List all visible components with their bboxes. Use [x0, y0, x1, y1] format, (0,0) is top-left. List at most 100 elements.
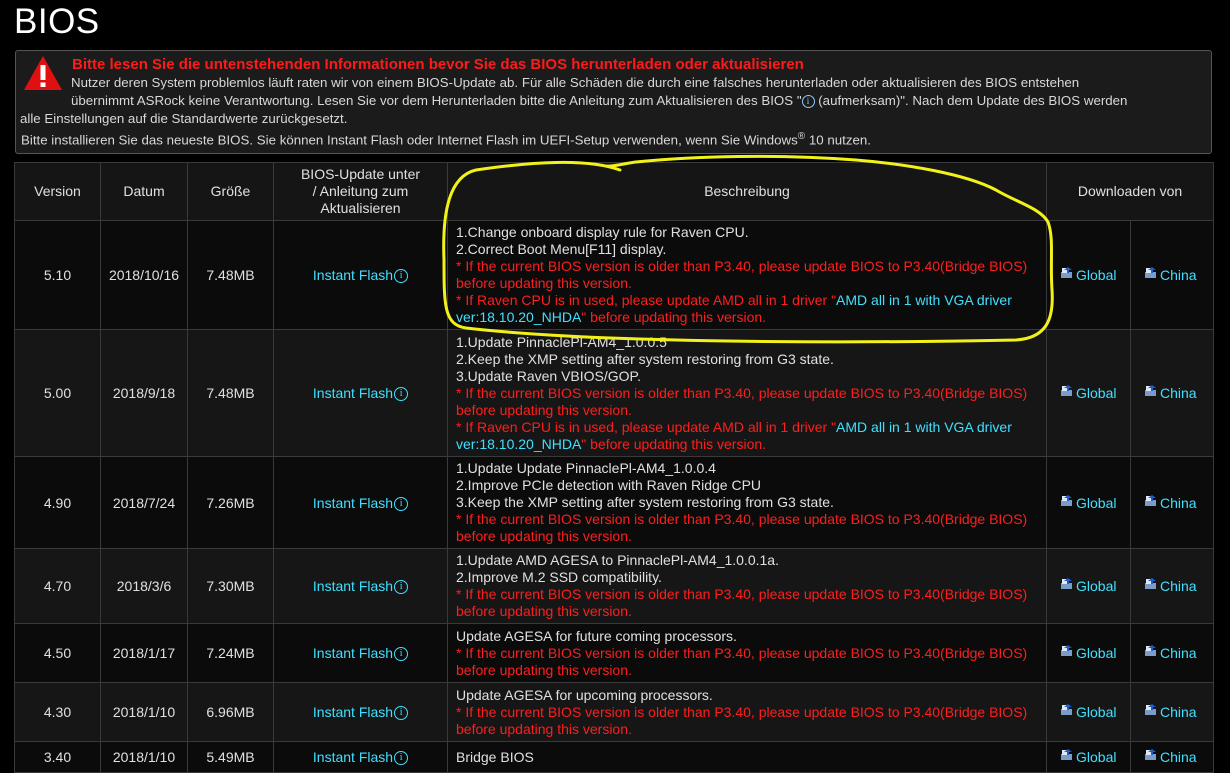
download-icon — [1145, 704, 1156, 716]
instant-flash-cell: Instant Flash i — [273, 623, 448, 683]
warning-line: before updating this version. — [456, 528, 632, 544]
warning-line: * If the current BIOS version is older t… — [456, 644, 1028, 661]
table-row: 5.00 2018/9/18 7.48MB Instant Flash i 1.Updat… — [14, 329, 1215, 457]
instant-flash-link[interactable]: Instant Flash — [313, 495, 393, 511]
download-china-link[interactable]: China — [1160, 267, 1197, 283]
instant-flash-link[interactable]: Instant Flash — [313, 385, 393, 401]
download-icon — [1145, 267, 1156, 279]
download-icon — [1145, 645, 1156, 657]
driver-link[interactable]: AMD all in 1 with VGA driver — [836, 292, 1012, 308]
info-icon[interactable]: i — [394, 751, 409, 765]
version-cell: 5.00 — [14, 329, 101, 457]
instant-flash-link[interactable]: Instant Flash — [313, 749, 393, 765]
instant-flash-link[interactable]: Instant Flash — [313, 578, 393, 594]
description-line: 1.Update PinnaclePl-AM4_1.0.0.5 — [456, 333, 667, 350]
warning-line: ver:18.10.20_NHDA" before updating this … — [456, 309, 767, 325]
info-icon[interactable]: i — [394, 496, 409, 511]
info-icon[interactable]: i — [801, 95, 815, 108]
download-global-link[interactable]: Global — [1076, 495, 1116, 511]
download-global-cell: Global — [1046, 220, 1131, 330]
warning-line: * If Raven CPU is in used, please update… — [456, 292, 1012, 308]
description-line: 2.Improve M.2 SSD compatibility. — [456, 569, 662, 585]
warning-line: * If Raven CPU is in used, please update… — [456, 418, 1012, 435]
notice-windows-line: Bitte installieren Sie das neueste BIOS.… — [21, 131, 871, 148]
description-line: 1.Update AMD AGESA to PinnaclePl-AM4_1.0… — [456, 552, 779, 568]
notice-body: Nutzer deren System problemlos läuft rat… — [16, 74, 1206, 128]
instant-flash-link[interactable]: Instant Flash — [313, 267, 393, 283]
download-icon — [1061, 704, 1072, 716]
warning-line: * If the current BIOS version is older t… — [456, 586, 1028, 602]
download-global-cell: Global — [1046, 456, 1131, 549]
instant-flash-cell: Instant Flash i — [273, 329, 448, 457]
info-icon[interactable]: i — [394, 269, 409, 283]
driver-link[interactable]: ver:18.10.20_NHDA — [456, 309, 581, 325]
download-china-cell: China — [1129, 741, 1215, 773]
driver-link[interactable]: AMD all in 1 with VGA driver — [836, 419, 1012, 435]
info-icon[interactable]: i — [394, 580, 409, 594]
warning-line: before updating this version. — [456, 720, 632, 737]
description-line: 3.Update Raven VBIOS/GOP. — [456, 367, 641, 384]
version-cell: 4.70 — [14, 548, 101, 624]
date-cell: 2018/3/6 — [100, 548, 188, 624]
download-china-link[interactable]: China — [1160, 495, 1197, 511]
description-line: Bridge BIOS — [456, 748, 534, 765]
download-icon — [1061, 494, 1072, 506]
download-icon — [1145, 578, 1156, 590]
warning-line: before updating this version. — [456, 603, 632, 619]
description-cell: Update AGESA for upcoming processors. * I… — [447, 682, 1047, 742]
version-cell: 4.30 — [14, 682, 101, 742]
warning-line: * If the current BIOS version is older t… — [456, 258, 1028, 274]
download-china-link[interactable]: China — [1160, 704, 1197, 720]
download-china-cell: China — [1129, 682, 1215, 742]
driver-link[interactable]: ver:18.10.20_NHDA — [456, 436, 581, 452]
size-cell: 5.49MB — [187, 741, 274, 773]
instant-flash-cell: Instant Flash i — [273, 220, 448, 330]
description-line: Update AGESA for future coming processor… — [456, 627, 737, 644]
size-cell: 7.26MB — [187, 456, 274, 549]
date-cell: 2018/9/18 — [100, 329, 188, 457]
header-download: Downloaden von — [1045, 162, 1215, 221]
download-china-cell: China — [1129, 456, 1215, 549]
download-global-cell: Global — [1046, 623, 1131, 683]
notice-text: alle Einstellungen auf die Standardwerte… — [20, 111, 348, 126]
download-global-link[interactable]: Global — [1076, 267, 1116, 283]
download-global-link[interactable]: Global — [1076, 749, 1116, 765]
warning-line: before updating this version. — [456, 661, 632, 678]
warning-line: ver:18.10.20_NHDA" before updating this … — [456, 435, 767, 452]
download-icon — [1145, 749, 1156, 761]
download-china-link[interactable]: China — [1160, 749, 1197, 765]
info-icon[interactable]: i — [394, 387, 409, 401]
description-line: 1.Change onboard display rule for Raven … — [456, 224, 749, 240]
download-china-cell: China — [1129, 220, 1215, 330]
download-global-link[interactable]: Global — [1076, 645, 1116, 661]
version-cell: 3.40 — [14, 741, 101, 773]
download-china-link[interactable]: China — [1160, 385, 1197, 401]
bios-table: Version Datum Größe BIOS-Update unter / A… — [14, 162, 1215, 773]
header-version: Version — [14, 162, 101, 221]
download-global-link[interactable]: Global — [1076, 385, 1116, 401]
instant-flash-link[interactable]: Instant Flash — [313, 704, 393, 720]
instant-flash-cell: Instant Flash i — [273, 548, 448, 624]
info-icon[interactable]: i — [394, 706, 409, 720]
instant-flash-cell: Instant Flash i — [273, 682, 448, 742]
table-row: 4.90 2018/7/24 7.26MB Instant Flash i 1.Updat… — [14, 456, 1215, 549]
version-cell: 5.10 — [14, 220, 101, 330]
warning-notice: Bitte lesen Sie die untenstehenden Infor… — [15, 50, 1212, 154]
download-global-link[interactable]: Global — [1076, 578, 1116, 594]
download-icon — [1061, 645, 1072, 657]
date-cell: 2018/10/16 — [100, 220, 188, 330]
description-line: 2.Keep the XMP setting after system rest… — [456, 350, 834, 367]
download-global-cell: Global — [1046, 329, 1131, 457]
info-icon[interactable]: i — [394, 647, 409, 661]
instant-flash-link[interactable]: Instant Flash — [313, 645, 393, 661]
download-china-link[interactable]: China — [1160, 578, 1197, 594]
download-global-link[interactable]: Global — [1076, 704, 1116, 720]
download-icon — [1061, 578, 1072, 590]
date-cell: 2018/1/10 — [100, 741, 188, 773]
download-china-link[interactable]: China — [1160, 645, 1197, 661]
page-title: BIOS — [14, 2, 100, 41]
download-global-cell: Global — [1046, 741, 1131, 773]
description-line: Update AGESA for upcoming processors. — [456, 686, 713, 703]
header-date: Datum — [100, 162, 188, 221]
size-cell: 7.24MB — [187, 623, 274, 683]
